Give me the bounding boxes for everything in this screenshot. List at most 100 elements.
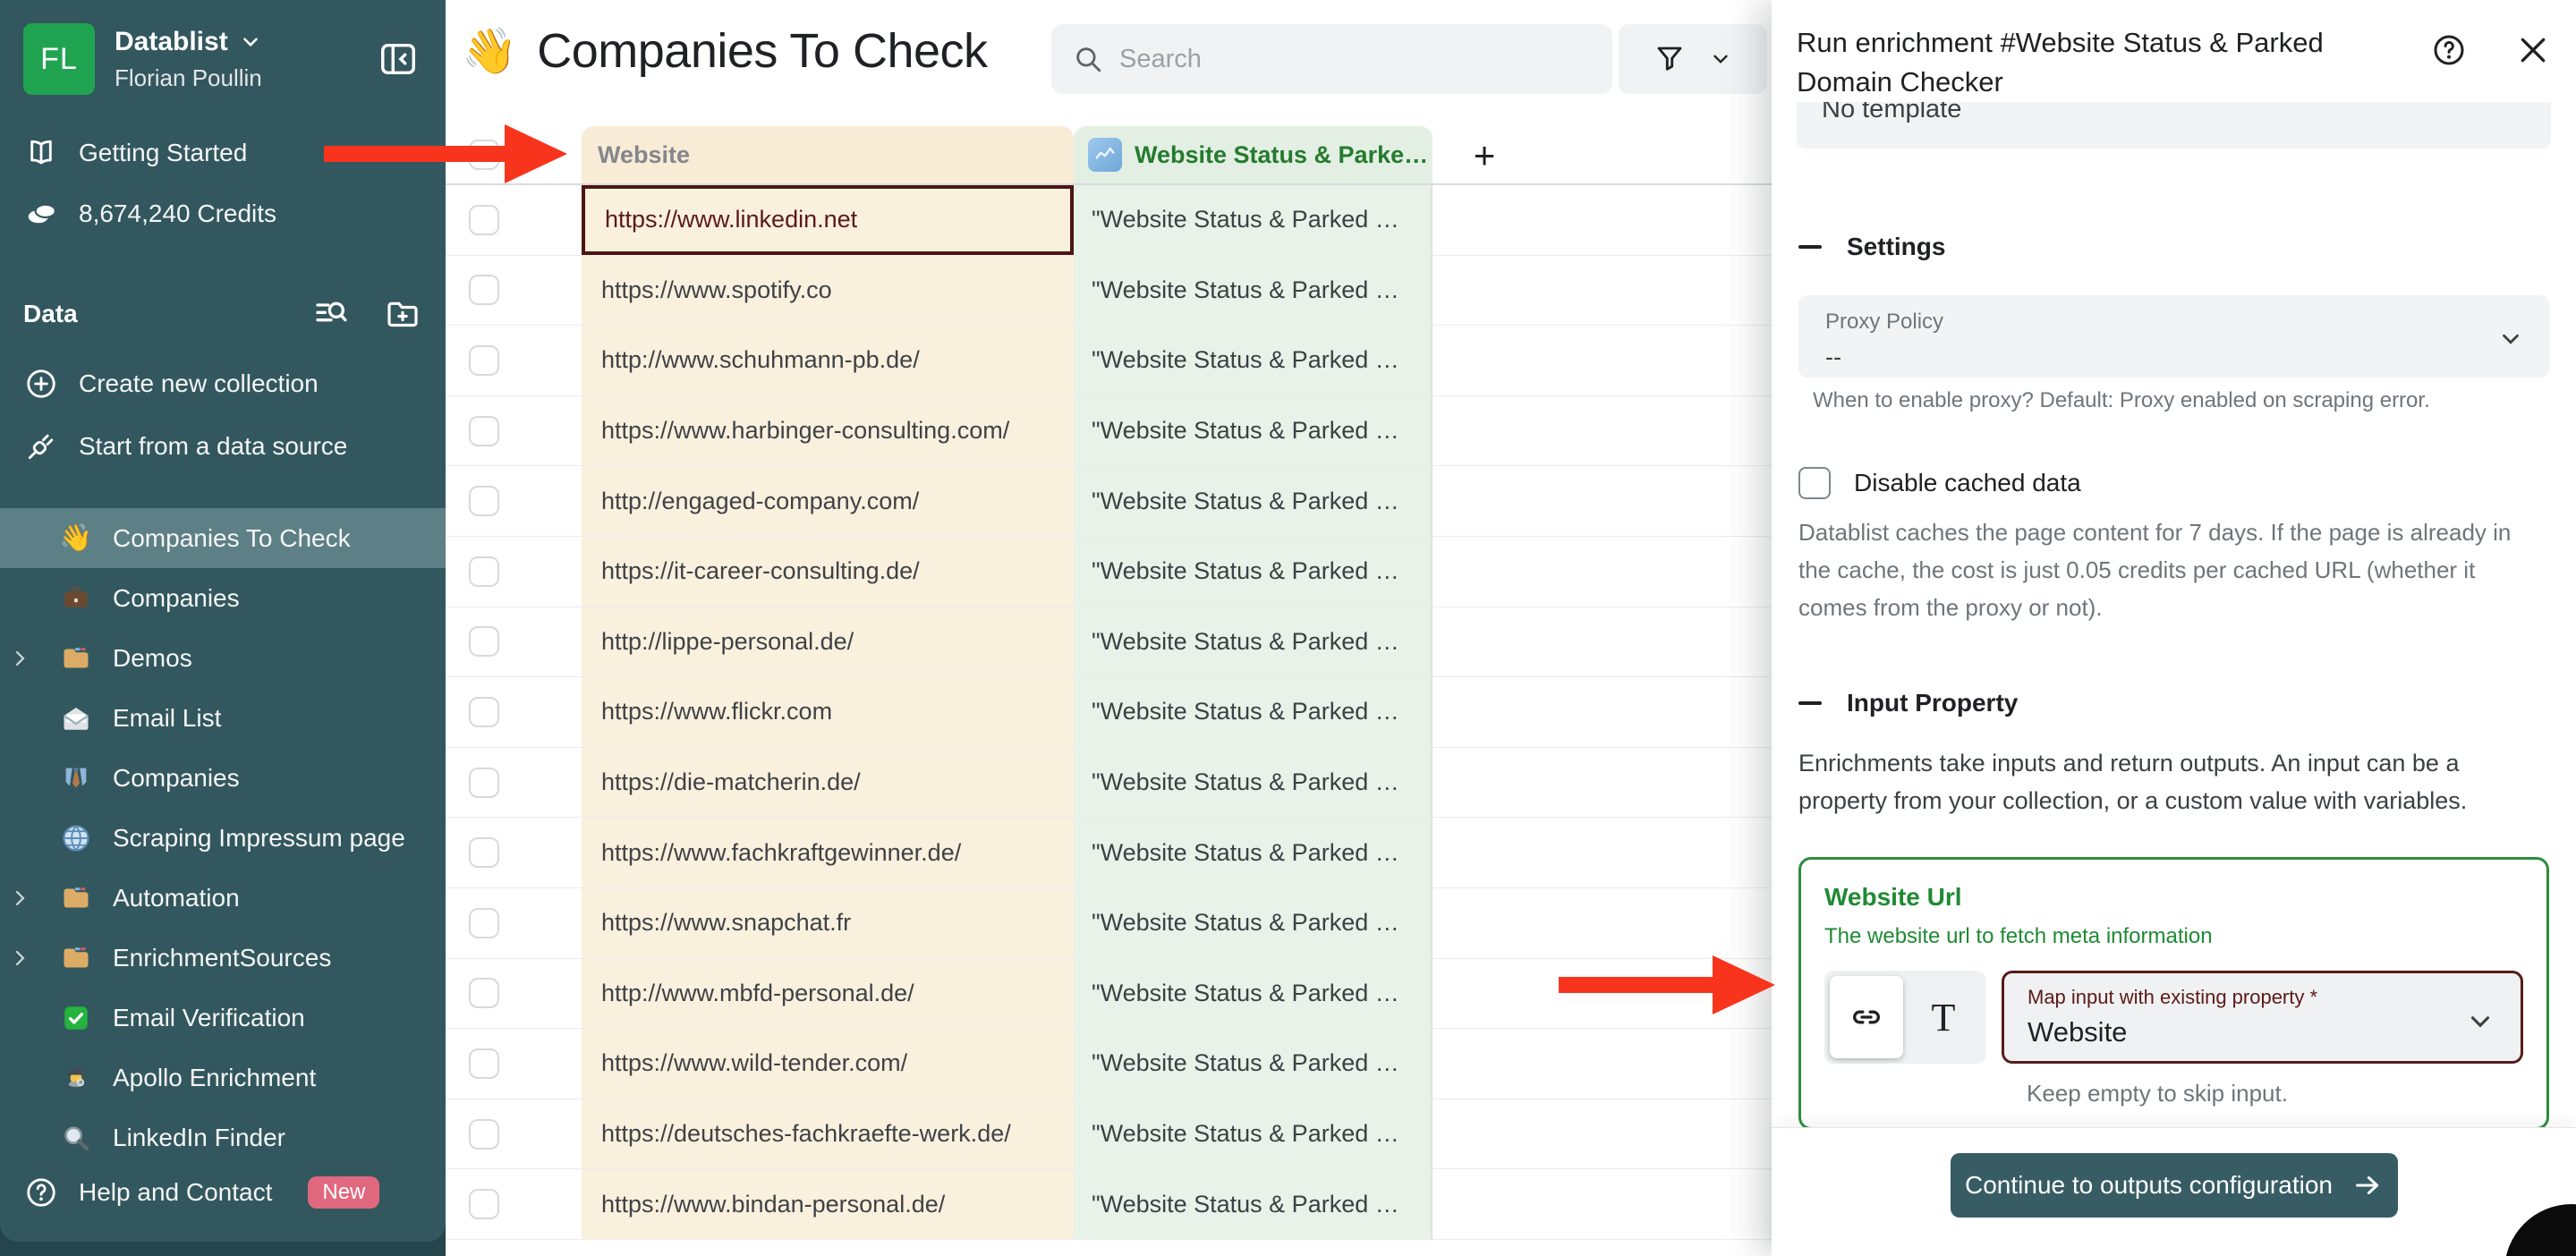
row-checkbox[interactable] (469, 768, 499, 798)
enrichment-status-cell[interactable]: "Website Status & Parked D… (1074, 888, 1433, 958)
chevron-right-icon[interactable] (0, 648, 39, 669)
continue-button[interactable]: Continue to outputs configuration (1951, 1153, 2398, 1218)
sidebar-item-companies[interactable]: Companies (0, 748, 446, 808)
sidebar-help-wrap: Help and Contact New (0, 1167, 446, 1218)
sidebar-action-start-from-a-data-source[interactable]: Start from a data source (0, 420, 446, 472)
website-cell[interactable]: https://www.linkedin.net (582, 185, 1074, 255)
sidebar-item-scraping-impressum-page[interactable]: Scraping Impressum page (0, 808, 446, 868)
settings-section-header[interactable]: Settings (1798, 233, 2549, 261)
sidebar-collapse-icon[interactable] (378, 38, 419, 80)
row-checkbox[interactable] (469, 416, 499, 446)
enrichment-status-cell[interactable]: "Website Status & Parked D… (1074, 677, 1433, 747)
enrichment-status-cell[interactable]: "Website Status & Parked D… (1074, 959, 1433, 1029)
collection-label: LinkedIn Finder (113, 1124, 285, 1152)
enrichment-status-cell[interactable]: "Website Status & Parked D… (1074, 185, 1433, 255)
sidebar-item-enrichmentsources[interactable]: EnrichmentSources (0, 928, 446, 988)
enrichment-status-cell[interactable]: "Website Status & Parked D… (1074, 748, 1433, 818)
row-checkbox[interactable] (469, 486, 499, 516)
table-header: Website Website Status & Parked… (446, 126, 1772, 185)
enrichment-status-cell[interactable]: "Website Status & Parked D… (1074, 1099, 1433, 1169)
row-checkbox[interactable] (469, 1048, 499, 1079)
enrichment-status-cell[interactable]: "Website Status & Parked D… (1074, 256, 1433, 326)
enrichment-status-cell[interactable]: "Website Status & Parked D… (1074, 466, 1433, 536)
sidebar-item-companies[interactable]: Companies (0, 568, 446, 628)
website-cell[interactable]: https://deutsches-fachkraefte-werk.de/ (582, 1099, 1074, 1169)
enrichment-status-cell[interactable]: "Website Status & Parked D… (1074, 1029, 1433, 1099)
add-column-button[interactable]: + (1461, 132, 1508, 179)
website-cell[interactable]: https://it-career-consulting.de/ (582, 537, 1074, 607)
website-cell[interactable]: https://www.bindan-personal.de/ (582, 1169, 1074, 1239)
sidebar-item-email-verification[interactable]: Email Verification (0, 988, 446, 1048)
sidebar-item-8-674-240-credits[interactable]: 8,674,240 Credits (0, 188, 446, 240)
search-input[interactable]: Search (1051, 24, 1612, 94)
enrichment-status-cell[interactable]: "Website Status & Parked D… (1074, 818, 1433, 887)
row-checkbox[interactable] (469, 908, 499, 938)
briefcase-icon (57, 583, 95, 614)
website-cell[interactable]: http://www.schuhmann-pb.de/ (582, 326, 1074, 395)
enrichment-status-cell[interactable]: "Website Status & Parked D… (1074, 537, 1433, 607)
chevron-right-icon[interactable] (0, 947, 39, 969)
enrichment-status-cell[interactable]: "Website Status & Parked D… (1074, 607, 1433, 677)
row-checkbox[interactable] (469, 837, 499, 868)
sidebar-item-apollo-enrichment[interactable]: Apollo Enrichment (0, 1048, 446, 1107)
globe-icon (57, 822, 95, 854)
template-select[interactable]: No template (1797, 102, 2551, 149)
column-header-enrichment[interactable]: Website Status & Parked… (1074, 126, 1433, 183)
workspace-name[interactable]: Datablist (115, 27, 378, 57)
sidebar-item-demos[interactable]: Demos (0, 628, 446, 688)
input-property-section-header[interactable]: Input Property (1798, 689, 2549, 717)
website-cell[interactable]: http://engaged-company.com/ (582, 466, 1074, 536)
collection-label: Email Verification (113, 1004, 305, 1032)
help-icon[interactable] (2431, 32, 2467, 68)
website-cell[interactable]: http://www.mbfd-personal.de/ (582, 959, 1074, 1029)
website-cell[interactable]: https://www.fachkraftgewinner.de/ (582, 818, 1074, 887)
row-checkbox[interactable] (469, 626, 499, 657)
disable-cache-checkbox[interactable] (1798, 467, 1831, 499)
disable-cache-row[interactable]: Disable cached data (1798, 467, 2549, 499)
input-field-description: The website url to fetch meta informatio… (1824, 924, 2523, 949)
panel-body: No template Settings Proxy Policy -- Whe… (1772, 102, 2576, 1127)
row-checkbox[interactable] (469, 275, 499, 305)
close-icon[interactable] (2515, 32, 2551, 68)
website-cell[interactable]: https://www.flickr.com (582, 677, 1074, 747)
sidebar-item-help-and-contact[interactable]: Help and Contact New (0, 1167, 446, 1218)
row-checkbox[interactable] (469, 345, 499, 376)
row-checkbox-cell (446, 396, 582, 466)
sidebar-item-automation[interactable]: Automation (0, 868, 446, 928)
chevron-right-icon[interactable] (0, 887, 39, 909)
collection-label: Companies To Check (113, 524, 351, 553)
table-row: https://www.snapchat.fr"Website Status &… (446, 888, 1772, 959)
sidebar-item-companies-to-check[interactable]: 👋Companies To Check (0, 508, 446, 568)
website-cell[interactable]: https://www.wild-tender.com/ (582, 1029, 1074, 1099)
sidebar-item-email-list[interactable]: Email List (0, 688, 446, 748)
custom-text-toggle[interactable]: T (1907, 976, 1980, 1058)
website-cell[interactable]: https://die-matcherin.de/ (582, 748, 1074, 818)
map-property-toggle[interactable] (1830, 976, 1903, 1058)
website-cell[interactable]: https://www.harbinger-consulting.com/ (582, 396, 1074, 466)
search-collections-icon[interactable] (313, 296, 349, 332)
sidebar-action-create-new-collection[interactable]: Create new collection (0, 358, 446, 410)
enrichment-status-cell[interactable]: "Website Status & Parked D… (1074, 396, 1433, 466)
new-folder-icon[interactable] (385, 296, 421, 332)
website-cell[interactable]: https://www.snapchat.fr (582, 888, 1074, 958)
map-property-select[interactable]: Map input with existing property * Websi… (2002, 971, 2523, 1064)
chevron-down-icon[interactable] (1709, 47, 1732, 71)
row-checkbox[interactable] (469, 205, 499, 235)
proxy-policy-select[interactable]: Proxy Policy -- (1798, 295, 2549, 378)
collection-label: Scraping Impressum page (113, 824, 405, 853)
column-header-website[interactable]: Website (582, 126, 1074, 183)
chevron-down-icon (2497, 326, 2524, 352)
website-cell[interactable]: http://lippe-personal.de/ (582, 607, 1074, 677)
necktie-icon (57, 763, 95, 793)
row-checkbox[interactable] (469, 697, 499, 727)
website-cell[interactable]: https://www.spotify.co (582, 256, 1074, 326)
filter-button[interactable] (1619, 24, 1767, 94)
row-checkbox[interactable] (469, 556, 499, 587)
row-checkbox[interactable] (469, 978, 499, 1008)
row-checkbox[interactable] (469, 1189, 499, 1219)
row-checkbox[interactable] (469, 1119, 499, 1150)
enrichment-status-cell[interactable]: "Website Status & Parked D… (1074, 1169, 1433, 1239)
enrichment-status-cell[interactable]: "Website Status & Parked D… (1074, 326, 1433, 395)
workspace-header[interactable]: FL Datablist Florian Poullin (0, 0, 446, 104)
sidebar-item-linkedin-finder[interactable]: LinkedIn Finder (0, 1107, 446, 1167)
